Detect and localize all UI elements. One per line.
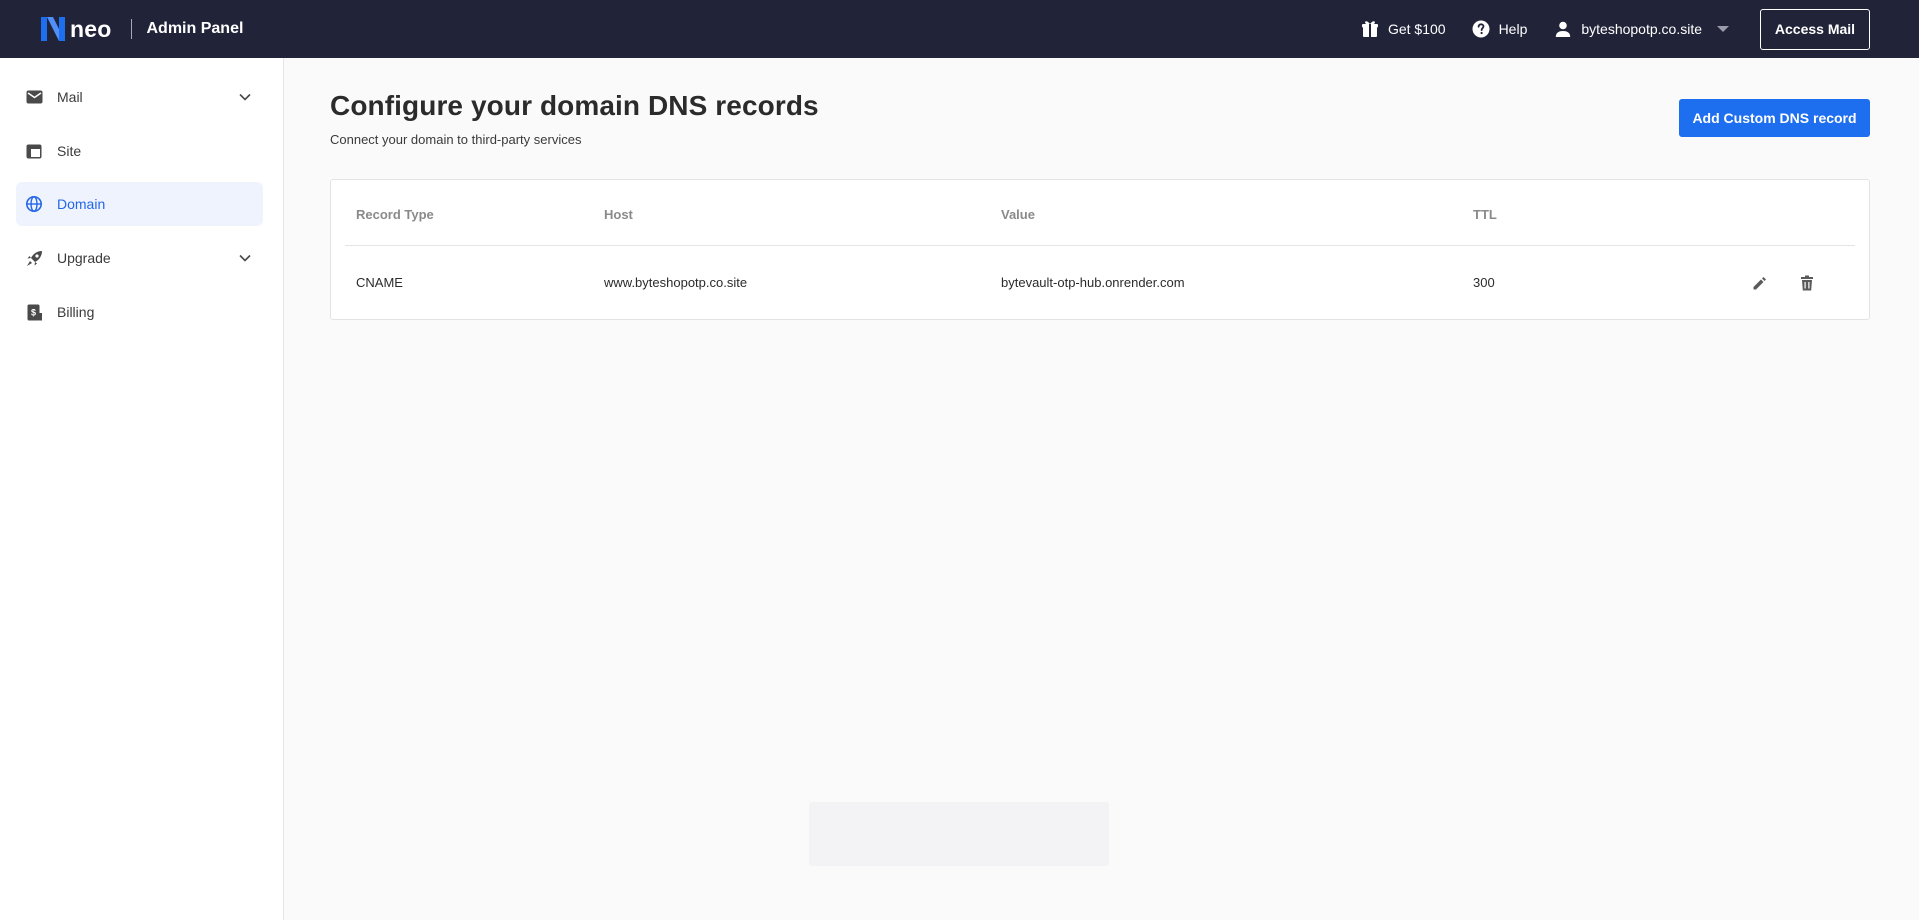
sidebar-item-label: Site	[57, 143, 82, 159]
faded-toast	[809, 802, 1109, 866]
logo-divider	[130, 19, 132, 39]
sidebar-item-label: Upgrade	[57, 250, 111, 266]
chevron-down-icon[interactable]	[238, 251, 252, 265]
delete-record-button[interactable]	[1796, 272, 1818, 294]
column-header-value: Value	[1001, 207, 1035, 222]
sidebar: Mail Site Domain Upgrade $ Billing	[0, 58, 284, 920]
delete-icon	[1801, 275, 1813, 291]
add-custom-dns-record-button[interactable]: Add Custom DNS record	[1679, 99, 1870, 137]
account-domain-label: byteshopotp.co.site	[1581, 21, 1702, 37]
billing-icon: $	[25, 303, 43, 321]
svg-text:$: $	[30, 307, 35, 317]
edit-icon	[1753, 276, 1766, 289]
column-header-host: Host	[604, 207, 633, 222]
column-header-record-type: Record Type	[356, 207, 434, 222]
sidebar-item-billing[interactable]: $ Billing	[16, 290, 263, 334]
page-subtitle: Connect your domain to third-party servi…	[330, 132, 582, 147]
cell-host: www.byteshopotp.co.site	[604, 275, 748, 290]
cell-ttl: 300	[1473, 275, 1495, 290]
access-mail-button[interactable]: Access Mail	[1760, 8, 1870, 50]
sidebar-item-domain[interactable]: Domain	[16, 182, 263, 226]
chevron-down-icon[interactable]	[238, 90, 252, 104]
site-icon	[25, 142, 43, 160]
cell-record-type: CNAME	[356, 275, 403, 290]
top-right-actions: Get $100 Help byteshopotp.co.site Access…	[1361, 0, 1870, 58]
app-title: Admin Panel	[146, 20, 244, 37]
caret-down-icon[interactable]	[1717, 26, 1729, 32]
get-100-label: Get $100	[1387, 21, 1446, 37]
sidebar-item-label: Billing	[57, 304, 95, 320]
user-icon	[1556, 21, 1571, 37]
dns-records-table: Record Type Host Value TTL CNAME www.byt…	[330, 179, 1870, 320]
logo-text: neo	[70, 15, 112, 42]
help-link[interactable]: Help	[1472, 20, 1528, 38]
table-header-divider	[345, 245, 1855, 246]
column-header-ttl: TTL	[1473, 207, 1497, 222]
top-bar: neo Admin Panel Get $100 Help byteshopot…	[0, 0, 1919, 58]
mail-icon	[25, 88, 43, 106]
sidebar-item-site[interactable]: Site	[16, 129, 263, 173]
sidebar-item-label: Mail	[57, 89, 83, 105]
globe-icon	[25, 195, 43, 213]
get-100-link[interactable]: Get $100	[1361, 20, 1446, 38]
edit-record-button[interactable]	[1748, 272, 1770, 294]
neo-logo-icon	[41, 17, 65, 41]
gift-icon	[1361, 21, 1378, 37]
sidebar-item-upgrade[interactable]: Upgrade	[16, 236, 263, 280]
cell-value: bytevault-otp-hub.onrender.com	[1001, 275, 1185, 290]
sidebar-item-label: Domain	[57, 196, 106, 212]
help-icon	[1472, 20, 1490, 38]
page-title: Configure your domain DNS records	[330, 90, 819, 121]
rocket-icon	[25, 249, 43, 267]
logo[interactable]: neo Admin Panel	[39, 0, 243, 58]
help-label: Help	[1498, 21, 1528, 37]
sidebar-item-mail[interactable]: Mail	[16, 75, 263, 119]
account-menu[interactable]: byteshopotp.co.site	[1554, 20, 1729, 38]
